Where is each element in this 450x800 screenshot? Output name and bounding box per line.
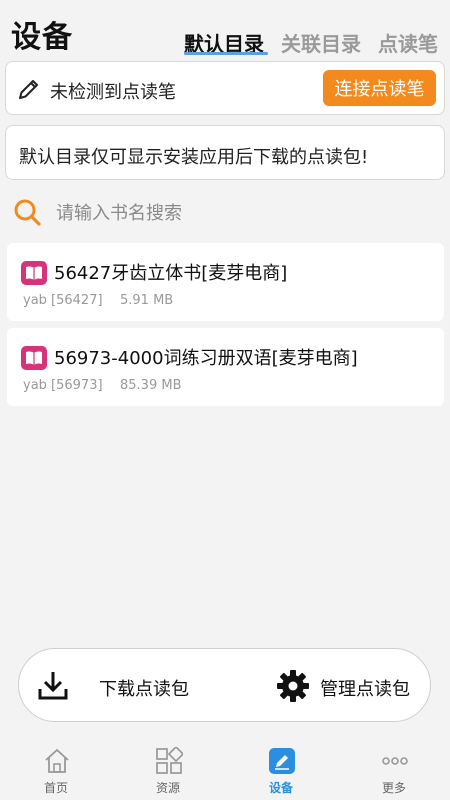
pen-status-card: 未检测到点读笔 连接点读笔 [5, 61, 445, 115]
nav-label-resources: 资源 [155, 781, 180, 795]
nav-item-more[interactable]: 更多 [354, 738, 434, 800]
search-icon[interactable] [12, 197, 42, 227]
connect-pen-button[interactable]: 连接点读笔 [323, 70, 436, 106]
home-icon [45, 749, 69, 773]
book-format: yab [56427] [23, 293, 103, 308]
book-title: 56427牙齿立体书[麦芽电商] [54, 263, 288, 284]
tab-reading-pen[interactable]: 点读笔 [378, 28, 438, 57]
search-input[interactable] [56, 199, 426, 227]
gear-icon [277, 670, 309, 702]
header: 设备 默认目录 关联目录 点读笔 [0, 0, 450, 58]
download-package-button[interactable]: 下载点读包 [37, 667, 207, 705]
download-package-label: 下载点读包 [99, 679, 189, 700]
device-icon [269, 748, 295, 774]
more-icon [382, 757, 408, 765]
search-bar [0, 193, 450, 233]
book-icon [21, 261, 47, 285]
book-item[interactable]: 56973-4000词练习册双语[麦芽电商] yab [56973] 85.39… [7, 328, 444, 406]
notice-text: 默认目录仅可显示安装应用后下载的点读包! [19, 147, 369, 168]
book-list: 56427牙齿立体书[麦芽电商] yab [56427] 5.91 MB 569… [7, 243, 444, 413]
bottom-nav: 首页 资源 设备 更多 [0, 738, 450, 800]
nav-item-device[interactable]: 设备 [241, 738, 321, 800]
apps-icon [156, 747, 183, 774]
book-size: 85.39 MB [120, 378, 182, 393]
book-size: 5.91 MB [120, 293, 174, 308]
nav-label-more: 更多 [381, 781, 406, 795]
pen-status-text: 未检测到点读笔 [50, 82, 176, 103]
active-tab-indicator [184, 52, 268, 55]
book-title: 56973-4000词练习册双语[麦芽电商] [54, 348, 358, 369]
manage-package-button[interactable]: 管理点读包 [276, 667, 426, 705]
page-title: 设备 [11, 20, 73, 55]
nav-label-home: 首页 [43, 781, 68, 795]
nav-item-home[interactable]: 首页 [16, 738, 96, 800]
nav-item-resources[interactable]: 资源 [128, 738, 208, 800]
book-format: yab [56973] [23, 378, 103, 393]
tab-linked-directory[interactable]: 关联目录 [281, 28, 361, 57]
book-icon [21, 346, 47, 370]
book-item[interactable]: 56427牙齿立体书[麦芽电商] yab [56427] 5.91 MB [7, 243, 444, 321]
package-action-bar: 下载点读包 管理点读包 [18, 648, 431, 722]
notice-card: 默认目录仅可显示安装应用后下载的点读包! [5, 125, 445, 180]
download-icon [38, 672, 68, 700]
manage-package-label: 管理点读包 [320, 679, 410, 700]
pencil-icon [19, 80, 38, 99]
nav-label-device: 设备 [268, 781, 293, 795]
